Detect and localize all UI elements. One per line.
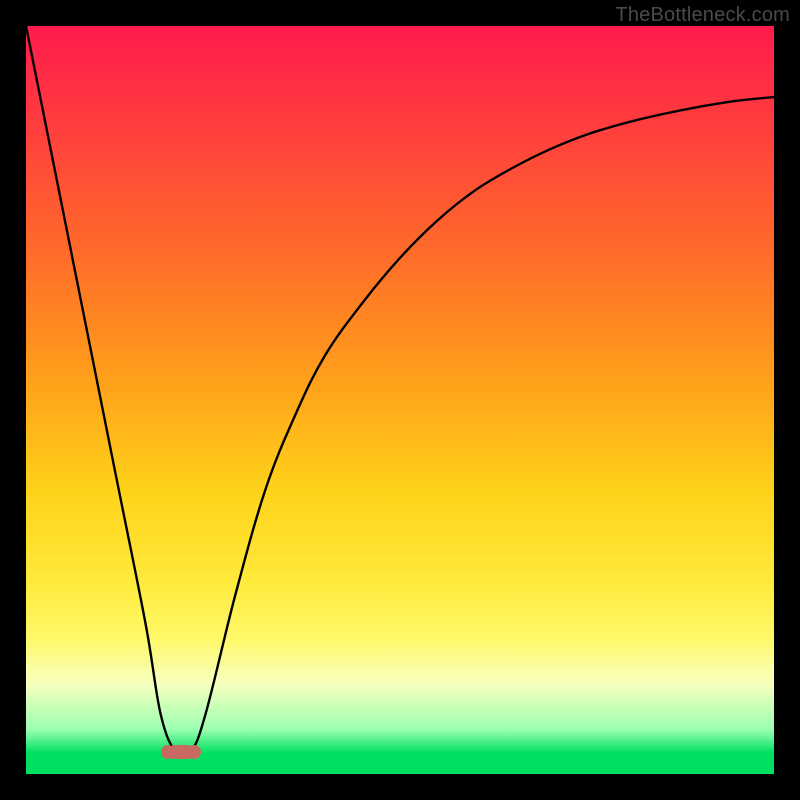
valley-marker-right bbox=[187, 745, 201, 759]
bottleneck-curve bbox=[26, 26, 774, 774]
plot-area bbox=[26, 26, 774, 774]
valley-marker-left bbox=[161, 745, 175, 759]
curve-path bbox=[26, 26, 774, 757]
chart-stage: TheBottleneck.com bbox=[0, 0, 800, 800]
watermark-text: TheBottleneck.com bbox=[615, 4, 790, 27]
